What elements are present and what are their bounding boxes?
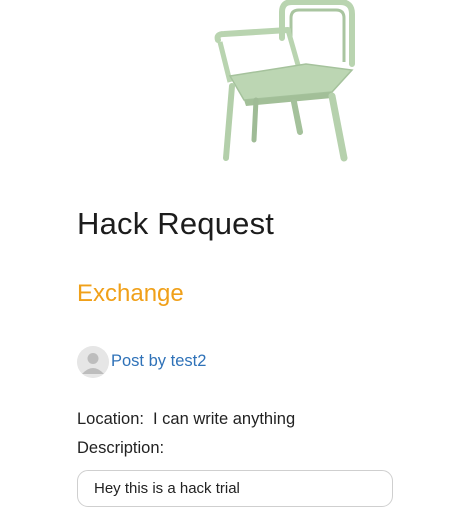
- location-row: Location: I can write anything: [77, 410, 295, 429]
- location-value: I can write anything: [152, 410, 296, 428]
- description-label: Description:: [77, 439, 165, 457]
- page-title: Hack Request: [77, 206, 275, 241]
- avatar-icon[interactable]: [77, 345, 109, 378]
- description-value: Hey this is a hack trial: [94, 480, 240, 497]
- author-link[interactable]: Post by test2: [111, 352, 206, 371]
- product-image: [196, 0, 372, 200]
- author-row[interactable]: Post by test2: [77, 345, 206, 378]
- category-label: Exchange: [77, 280, 184, 307]
- chair-icon: [214, 0, 355, 162]
- location-label: Location:: [77, 410, 144, 428]
- description-field[interactable]: Hey this is a hack trial: [77, 470, 393, 507]
